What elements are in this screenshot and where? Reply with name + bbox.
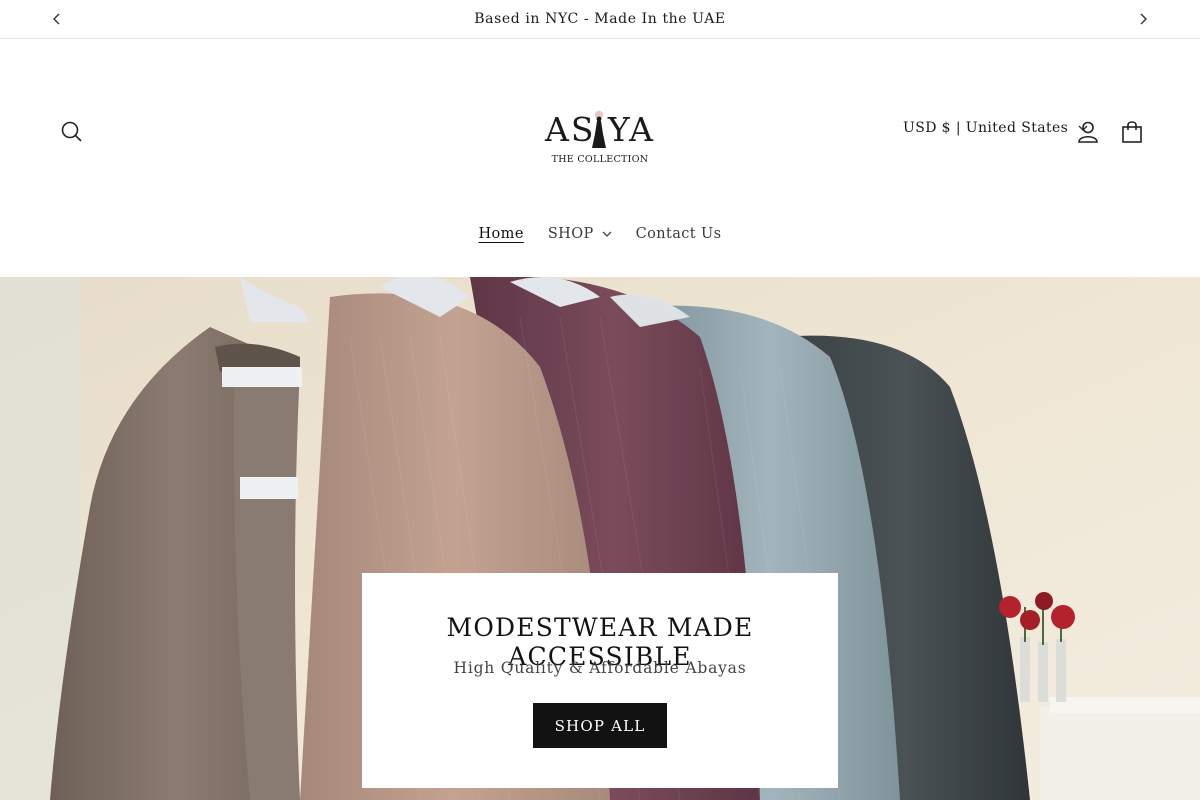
- hero-subtitle: High Quality & Affordable Abayas: [453, 659, 747, 677]
- chevron-left-icon: [53, 13, 60, 25]
- logo-subtitle: THE COLLECTION: [551, 154, 649, 165]
- nav-item-label: Home: [478, 226, 524, 242]
- cart-icon: [1122, 121, 1142, 143]
- shop-all-button[interactable]: SHOP ALL: [533, 703, 667, 748]
- hero-banner: MODESTWEAR MADE ACCESSIBLE High Quality …: [0, 277, 1200, 800]
- search-icon: [61, 121, 82, 142]
- chevron-down-icon: [602, 231, 612, 237]
- nav-item-label: Contact Us: [635, 226, 722, 242]
- announcement-bar: Based in NYC - Made In the UAE: [0, 0, 1200, 39]
- cart-button[interactable]: [1118, 118, 1146, 146]
- announcement-next-button[interactable]: [1133, 9, 1153, 29]
- logo-figure-icon: [592, 110, 606, 148]
- announcement-text: Based in NYC - Made In the UAE: [474, 11, 726, 27]
- site-logo[interactable]: AS YA THE COLLECTION: [530, 106, 670, 168]
- user-icon: [1078, 121, 1098, 143]
- currency-selector[interactable]: USD $ | United States: [903, 120, 1088, 136]
- chevron-right-icon: [1140, 13, 1147, 25]
- site-header: AS YA THE COLLECTION USD $ | United Stat…: [0, 40, 1200, 277]
- account-button[interactable]: [1075, 119, 1101, 145]
- currency-label: USD $ | United States: [903, 120, 1069, 136]
- nav-item-home[interactable]: Home: [479, 226, 524, 242]
- hero-content-box: MODESTWEAR MADE ACCESSIBLE High Quality …: [362, 573, 838, 788]
- nav-item-shop[interactable]: SHOP: [548, 226, 612, 242]
- nav-item-contact[interactable]: Contact Us: [636, 226, 722, 242]
- search-button[interactable]: [58, 118, 86, 146]
- nav-item-label: SHOP: [547, 226, 594, 242]
- announcement-prev-button[interactable]: [47, 9, 67, 29]
- main-navigation: Home SHOP Contact Us: [0, 226, 1200, 242]
